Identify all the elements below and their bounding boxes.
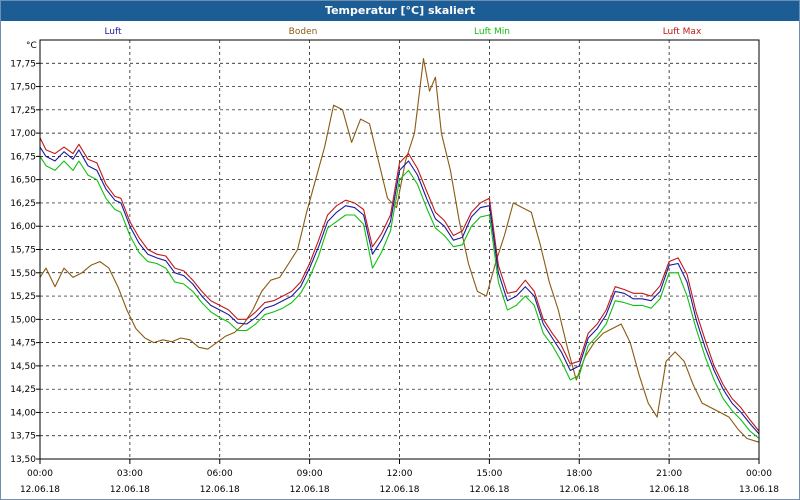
y-tick-label: 17,25 <box>10 106 36 116</box>
y-tick-label: 17,75 <box>10 59 36 69</box>
x-tick-time: 06:00 <box>207 469 233 479</box>
x-tick-time: 21:00 <box>656 469 682 479</box>
y-tick-label: 13,50 <box>10 455 36 465</box>
x-tick-date: 13.06.18 <box>739 485 779 495</box>
legend: Luft Boden Luft Min Luft Max <box>104 27 702 37</box>
y-tick-label: 16,50 <box>10 176 36 186</box>
legend-entry-boden: Boden <box>289 27 318 37</box>
x-tick-time: 18:00 <box>566 469 592 479</box>
x-tick-date: 12.06.18 <box>469 485 509 495</box>
x-tick-time: 09:00 <box>297 469 323 479</box>
y-tick-label: 15,00 <box>10 315 36 325</box>
x-tick-date: 12.06.18 <box>110 485 150 495</box>
x-tick-date: 12.06.18 <box>649 485 689 495</box>
line-chart: 13,50 13,75 14,00 14,25 14,50 14,75 15,00 15,25… <box>10 27 779 495</box>
y-tick-label: 15,25 <box>10 292 36 302</box>
x-tick-date: 12.06.18 <box>290 485 330 495</box>
y-tick-label: 17,00 <box>10 129 36 139</box>
legend-entry-luft: Luft <box>104 27 122 37</box>
y-tick-label: 17,50 <box>10 83 36 93</box>
y-tick-label: 15,75 <box>10 246 36 256</box>
y-tick-label: 16,25 <box>10 199 36 209</box>
y-tick-label: 16,00 <box>10 222 36 232</box>
y-axis-unit: °C <box>26 41 37 51</box>
x-axis: 00:00 12.06.18 03:00 12.06.18 06:00 12.06.18 0… <box>20 459 779 495</box>
x-tick-date: 12.06.18 <box>200 485 240 495</box>
x-tick-time: 00:00 <box>746 469 772 479</box>
y-tick-label: 14,75 <box>10 339 36 349</box>
y-tick-label: 15,50 <box>10 269 36 279</box>
y-tick-label: 13,75 <box>10 432 36 442</box>
x-tick-date: 12.06.18 <box>379 485 419 495</box>
y-axis: 13,50 13,75 14,00 14,25 14,50 14,75 15,00 15,25… <box>10 59 40 465</box>
x-tick-time: 12:00 <box>387 469 413 479</box>
x-tick-time: 03:00 <box>117 469 143 479</box>
x-tick-date: 12.06.18 <box>559 485 599 495</box>
y-tick-label: 14,50 <box>10 362 36 372</box>
legend-entry-luft-min: Luft Min <box>474 27 510 37</box>
y-tick-label: 16,75 <box>10 152 36 162</box>
x-tick-time: 15:00 <box>476 469 502 479</box>
y-tick-label: 14,25 <box>10 385 36 395</box>
legend-entry-luft-max: Luft Max <box>663 27 702 37</box>
x-tick-time: 00:00 <box>27 469 53 479</box>
x-tick-date: 12.06.18 <box>20 485 60 495</box>
y-tick-label: 14,00 <box>10 408 36 418</box>
